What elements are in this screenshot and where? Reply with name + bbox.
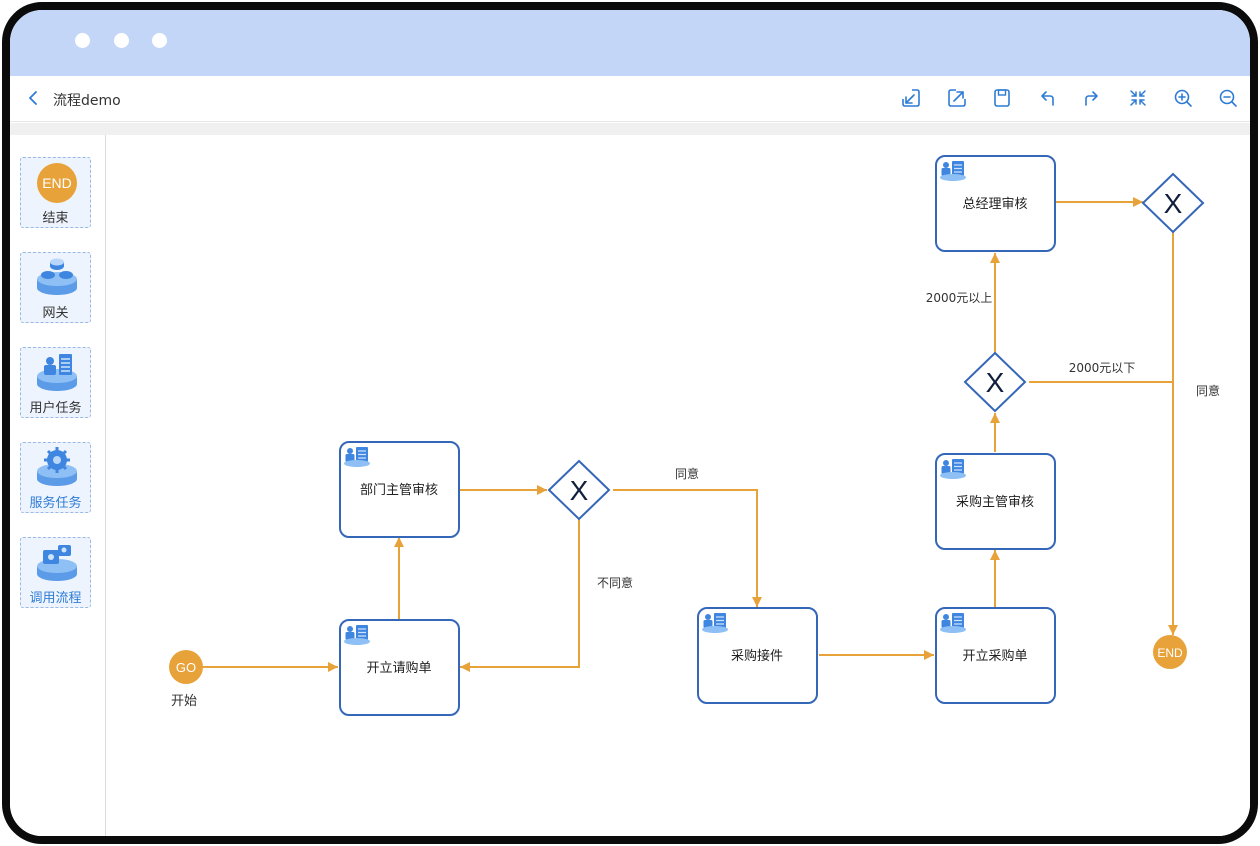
export-icon[interactable] (946, 87, 968, 109)
app-toolbar: 流程demo (10, 76, 1250, 122)
task-create-po[interactable]: 开立采购单 (935, 607, 1056, 704)
gateway-x-icon: X (1164, 188, 1183, 219)
import-icon[interactable] (900, 87, 922, 109)
palette-item-gateway[interactable]: 网关 (20, 252, 91, 323)
gateway-gm[interactable]: X (1141, 172, 1205, 234)
task-purchase-accept[interactable]: 采购接件 (697, 607, 818, 704)
user-task-icon (939, 612, 967, 634)
user-task-icon (701, 612, 729, 634)
flow-diagram: GO 开始 END 开立请购单 部门主管审核 采购接件 开立采购单 采购主管审核… (169, 155, 1220, 716)
palette-item-label: 网关 (42, 306, 69, 321)
gateway-x-icon: X (986, 367, 1005, 398)
toolbar-divider (10, 123, 1250, 135)
zoom-in-icon[interactable] (1172, 87, 1194, 109)
gateway-amount[interactable]: X (963, 351, 1027, 413)
user-task-icon (939, 160, 967, 182)
palette-item-label: 调用流程 (29, 591, 82, 606)
window-titlebar (10, 10, 1250, 76)
palette-item-user-task[interactable]: 用户任务 (20, 347, 91, 418)
task-label: 开立请购单 (366, 660, 431, 676)
edge-label: 同意 (1196, 383, 1220, 398)
end-badge-text: END (1157, 646, 1183, 660)
task-gm-review[interactable]: 总经理审核 (935, 155, 1056, 252)
end-event-icon: END (37, 163, 77, 203)
task-label: 开立采购单 (962, 648, 1027, 664)
task-dept-review[interactable]: 部门主管审核 (339, 441, 460, 538)
flow-agree-1[interactable] (613, 489, 762, 607)
app-window: 流程demo END 结束 网关 用户任务 服务任务 调用流程 GO 开始 EN… (2, 2, 1258, 844)
start-label: 开始 (171, 694, 197, 709)
task-label: 采购接件 (731, 648, 783, 664)
flow-disagree[interactable] (460, 517, 580, 672)
user-task-icon (37, 354, 77, 391)
palette-item-service-task[interactable]: 服务任务 (20, 442, 91, 513)
diagram-canvas[interactable]: GO 开始 END 开立请购单 部门主管审核 采购接件 开立采购单 采购主管审核… (107, 135, 1250, 836)
task-label: 部门主管审核 (360, 483, 438, 498)
palette-item-label: 结束 (42, 211, 69, 226)
gateway-icon (37, 258, 77, 295)
task-purchase-review[interactable]: 采购主管审核 (935, 453, 1056, 550)
fit-view-icon[interactable] (1127, 87, 1149, 109)
start-event[interactable]: GO 开始 (169, 650, 203, 709)
call-process-icon (37, 545, 77, 581)
start-badge-text: GO (176, 660, 196, 675)
user-task-icon (343, 446, 371, 468)
window-control-dot[interactable] (75, 33, 90, 48)
node-palette: END 结束 网关 用户任务 服务任务 调用流程 (10, 135, 106, 836)
edge-label: 同意 (675, 466, 699, 481)
page-title: 流程demo (53, 93, 121, 109)
user-task-icon (939, 458, 967, 480)
edge-label: 2000元以下 (1069, 361, 1136, 375)
task-create-request[interactable]: 开立请购单 (339, 619, 460, 716)
gateway-x-icon: X (570, 475, 589, 506)
gateway-dept[interactable]: X (547, 459, 611, 521)
zoom-out-icon[interactable] (1217, 87, 1239, 109)
service-task-icon (37, 447, 77, 486)
edge-label: 不同意 (597, 575, 633, 590)
undo-icon[interactable] (1036, 87, 1058, 109)
task-label: 总经理审核 (962, 197, 1027, 212)
end-event[interactable]: END (1153, 635, 1187, 669)
end-badge-text: END (42, 175, 72, 191)
user-task-icon (343, 624, 371, 646)
window-control-dot[interactable] (114, 33, 129, 48)
palette-item-call-process[interactable]: 调用流程 (20, 537, 91, 608)
save-icon[interactable] (991, 87, 1013, 109)
palette-item-end[interactable]: END 结束 (20, 157, 91, 228)
palette-item-label: 服务任务 (29, 496, 82, 511)
edge-label: 2000元以上 (926, 291, 993, 305)
redo-icon[interactable] (1081, 87, 1103, 109)
back-chevron-icon[interactable] (24, 88, 44, 108)
window-control-dot[interactable] (152, 33, 167, 48)
task-label: 采购主管审核 (956, 494, 1034, 510)
palette-item-label: 用户任务 (29, 401, 82, 416)
